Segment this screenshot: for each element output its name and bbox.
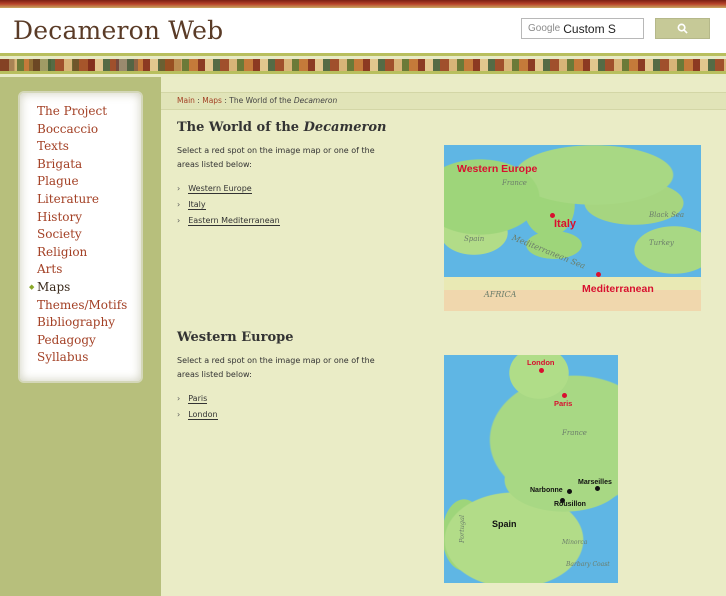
- main-nav: The Project Boccaccio Texts Brigata Plague Li…: [18, 91, 143, 383]
- nav-item-label: History: [37, 209, 83, 224]
- nav-item-religion[interactable]: Religion: [20, 244, 141, 262]
- nav-item-plague[interactable]: Plague: [20, 173, 141, 191]
- decorative-banner: [0, 59, 726, 74]
- list-item: › Eastern Mediterranean: [177, 213, 280, 229]
- breadcrumb-sep: :: [197, 96, 200, 105]
- nav-item-label: Boccaccio: [37, 121, 99, 136]
- nav-item-label: Texts: [37, 139, 69, 154]
- section-title-western-europe: Western Europe: [177, 330, 294, 345]
- area-link-list: › Western Europe › Italy › Eastern Mediterran…: [177, 181, 280, 229]
- chevron-right-icon: ›: [177, 200, 181, 209]
- nav-item-label: Themes/Motifs: [37, 297, 128, 312]
- western-europe-map-image[interactable]: London Paris France Marseilles Narbonne …: [444, 355, 618, 583]
- nav-item-label: Literature: [37, 191, 100, 206]
- nav-item-label: Syllabus: [37, 350, 89, 365]
- search-brand: Google: [528, 23, 561, 34]
- nav-item-history[interactable]: History: [20, 209, 141, 227]
- nav-item-society[interactable]: Society: [20, 226, 141, 244]
- breadcrumb-current-italic: Decameron: [293, 96, 338, 105]
- city-link-list: › Paris › London: [177, 391, 218, 423]
- nav-list: The Project Boccaccio Texts Brigata Plague Li…: [20, 93, 141, 367]
- map-label-rousillon: Rousillon: [554, 501, 586, 508]
- nav-item-label: Bibliography: [37, 315, 115, 330]
- map-label-barbary-coast: Barbary Coast: [566, 561, 610, 568]
- top-decorative-bar: [0, 0, 726, 8]
- list-item: › Paris: [177, 391, 218, 407]
- list-item: › Italy: [177, 197, 280, 213]
- nav-item-brigata[interactable]: Brigata: [20, 156, 141, 174]
- site-title[interactable]: Decameron Web: [13, 16, 223, 45]
- map-spot-marseilles: [595, 486, 600, 491]
- map-label-paris[interactable]: Paris: [554, 399, 572, 408]
- chevron-right-icon: ›: [177, 216, 181, 225]
- map-label-turkey: Turkey: [649, 239, 674, 247]
- nav-item-maps[interactable]: ◆ Maps: [20, 279, 141, 297]
- breadcrumb-maps[interactable]: Maps: [202, 96, 222, 105]
- nav-item-label: Society: [37, 227, 82, 242]
- world-map-image[interactable]: Western Europe France Italy Spain Medite…: [444, 145, 701, 311]
- nav-item-label: Maps: [37, 279, 71, 294]
- nav-item-label: Plague: [37, 174, 79, 189]
- list-item: › London: [177, 407, 218, 423]
- link-eastern-mediterranean[interactable]: Eastern Mediterranean: [188, 216, 280, 226]
- diamond-marker-icon: ◆: [29, 282, 35, 291]
- search-input[interactable]: Google Custom S: [521, 18, 644, 39]
- nav-item-bibliography[interactable]: Bibliography: [20, 314, 141, 332]
- nav-item-label: Brigata: [37, 156, 83, 171]
- map-label-western-europe[interactable]: Western Europe: [457, 163, 537, 175]
- nav-item-texts[interactable]: Texts: [20, 138, 141, 156]
- map-label-spain: Spain: [492, 519, 517, 529]
- map-spot-italy[interactable]: [550, 213, 555, 218]
- search-icon: [677, 23, 688, 34]
- breadcrumb-sep: :: [224, 96, 227, 105]
- map-label-marseilles: Marseilles: [578, 479, 612, 486]
- map-label-narbonne: Narbonne: [530, 487, 563, 494]
- nav-item-the-project[interactable]: The Project: [20, 103, 141, 121]
- map-label-london[interactable]: London: [527, 358, 555, 367]
- breadcrumb-current: The World of the: [229, 96, 292, 105]
- map-spot-london[interactable]: [539, 368, 544, 373]
- map-label-portugal: Portugal: [458, 514, 466, 543]
- nav-item-themes-motifs[interactable]: Themes/Motifs: [20, 297, 141, 315]
- search-button[interactable]: [655, 18, 710, 39]
- link-paris[interactable]: Paris: [188, 394, 208, 404]
- map-spot-paris[interactable]: [562, 393, 567, 398]
- link-london[interactable]: London: [188, 410, 218, 420]
- site-header: Decameron Web Google Custom S: [0, 8, 726, 56]
- list-item: › Western Europe: [177, 181, 280, 197]
- chevron-right-icon: ›: [177, 410, 181, 419]
- map-label-mediterranean[interactable]: Mediterranean: [582, 283, 654, 295]
- search-placeholder: Custom S: [563, 21, 616, 36]
- nav-item-syllabus[interactable]: Syllabus: [20, 349, 141, 367]
- map-label-black-sea: Black Sea: [649, 211, 685, 219]
- breadcrumb-main[interactable]: Main: [177, 96, 195, 105]
- nav-item-literature[interactable]: Literature: [20, 191, 141, 209]
- section-title-world: The World of the Decameron: [177, 120, 386, 135]
- nav-item-label: The Project: [37, 104, 108, 118]
- section-title-italic: Decameron: [303, 120, 387, 135]
- map-spot-mediterranean[interactable]: [596, 272, 601, 277]
- nav-item-label: Arts: [37, 262, 63, 277]
- link-western-europe[interactable]: Western Europe: [188, 184, 252, 194]
- chevron-right-icon: ›: [177, 394, 181, 403]
- instructions-text: Select a red spot on the image map or on…: [177, 356, 375, 379]
- section-title-prefix: The World of the: [177, 120, 304, 135]
- chevron-right-icon: ›: [177, 184, 181, 193]
- map-label-france: France: [562, 429, 587, 437]
- nav-item-label: Religion: [37, 244, 88, 259]
- link-italy[interactable]: Italy: [188, 200, 206, 210]
- nav-item-arts[interactable]: Arts: [20, 261, 141, 279]
- map-label-italy[interactable]: Italy: [554, 218, 576, 230]
- map-label-spain: Spain: [464, 235, 485, 243]
- map-label-france: France: [502, 179, 527, 187]
- map-label-minorca: Minorca: [562, 539, 588, 546]
- nav-item-boccaccio[interactable]: Boccaccio: [20, 121, 141, 139]
- nav-item-pedagogy[interactable]: Pedagogy: [20, 332, 141, 350]
- map-label-africa: AFRICA: [484, 290, 517, 299]
- map-spot-narbonne: [567, 489, 572, 494]
- instructions-text: Select a red spot on the image map or on…: [177, 146, 375, 169]
- map-label-mediterranean-sea: Mediterranean Sea: [510, 233, 587, 271]
- nav-item-label: Pedagogy: [37, 332, 96, 347]
- breadcrumb: Main : Maps : The World of the Decameron: [161, 92, 726, 110]
